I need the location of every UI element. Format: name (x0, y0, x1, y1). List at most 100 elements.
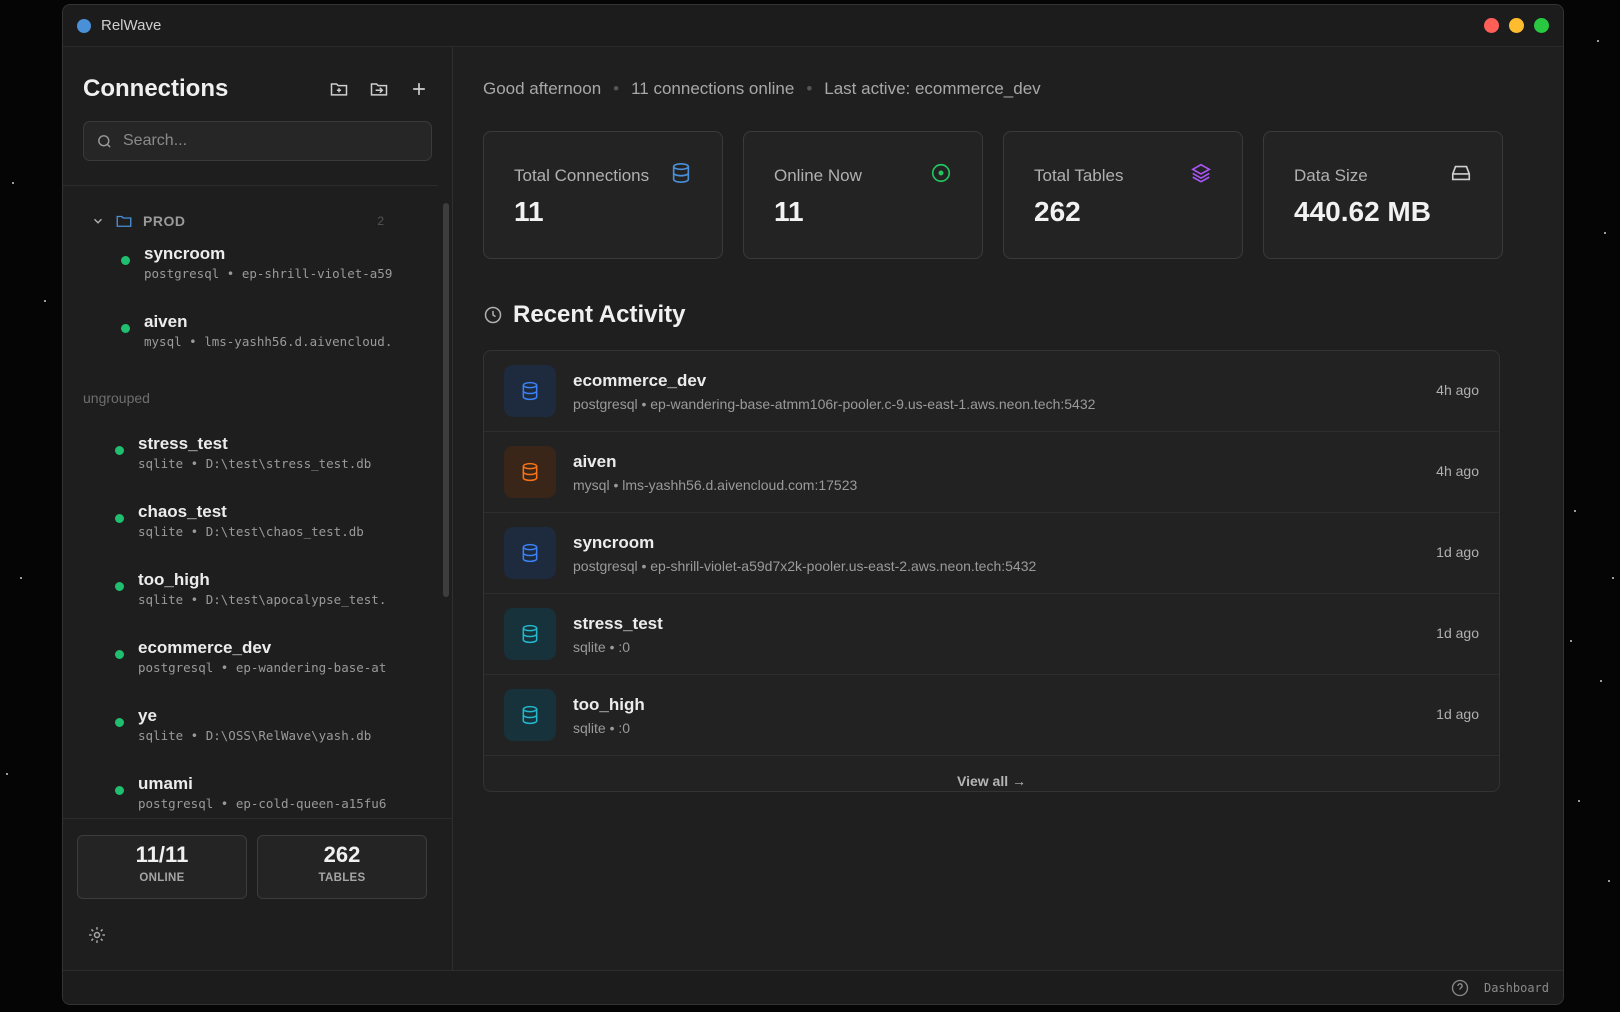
connection-meta: sqlite • D:\test\apocalypse_test.db (138, 592, 386, 607)
connection-list: PROD 2 syncroom postgresql • ep-shrill-v… (63, 185, 438, 818)
import-button[interactable] (366, 76, 392, 102)
sidebar-item-ecommerce-dev[interactable]: ecommerce_dev postgresql • ep-wandering-… (63, 626, 438, 694)
database-icon (522, 705, 538, 725)
recent-meta: postgresql • ep-shrill-violet-a59d7x2k-p… (573, 557, 1037, 574)
close-window-button[interactable] (1484, 18, 1499, 33)
db-badge (504, 608, 556, 660)
connection-name: stress_test (138, 434, 228, 453)
recent-time: 4h ago (1436, 382, 1479, 398)
recent-meta: postgresql • ep-wandering-base-atmm106r-… (573, 395, 1096, 412)
hard-drive-icon (1451, 165, 1471, 181)
clock-icon (484, 306, 502, 324)
recent-time: 1d ago (1436, 544, 1479, 560)
sidebar-footer: 11/11 ONLINE 262 TABLES (63, 818, 452, 970)
sidebar-item-syncroom[interactable]: syncroom postgresql • ep-shrill-violet-a… (63, 232, 438, 300)
status-online-icon (121, 256, 130, 265)
group-count: 2 (377, 214, 384, 228)
recent-item-syncroom[interactable]: syncroom postgresql • ep-shrill-violet-a… (484, 513, 1499, 594)
status-online-icon (115, 514, 124, 523)
minimize-window-button[interactable] (1509, 18, 1524, 33)
connection-name: aiven (144, 312, 188, 331)
recent-name: too_high (573, 694, 645, 714)
online-stat: 11/11 ONLINE (77, 835, 247, 899)
connection-meta: sqlite • D:\OSS\RelWave\yash.db (138, 728, 372, 743)
greeting-line: Good afternoon • 11 connections online •… (483, 79, 1041, 98)
status-bar: Dashboard (63, 970, 1563, 1004)
recent-meta: sqlite • :0 (573, 638, 631, 655)
database-icon (522, 624, 538, 644)
connection-meta: sqlite • D:\test\stress_test.db (138, 456, 372, 471)
connection-name: too_high (138, 570, 210, 589)
recent-item-too-high[interactable]: too_high sqlite • :0 1d ago (484, 675, 1499, 756)
scrollbar-thumb[interactable] (443, 203, 449, 597)
folder-plus-icon (330, 83, 348, 96)
add-connection-button[interactable] (406, 76, 432, 102)
connection-meta: mysql • lms-yashh56.d.aivencloud.com (144, 334, 392, 349)
connection-meta: postgresql • ep-wandering-base-atmm106r-… (138, 660, 386, 675)
maximize-window-button[interactable] (1534, 18, 1549, 33)
sidebar-item-umami[interactable]: umami postgresql • ep-cold-queen-a15fu6 (63, 762, 438, 818)
sidebar-item-stress-test[interactable]: stress_test sqlite • D:\test\stress_test… (63, 422, 438, 490)
connection-meta: postgresql • ep-shrill-violet-a59d7x2k-p… (144, 266, 392, 281)
recent-item-ecommerce-dev[interactable]: ecommerce_dev postgresql • ep-wandering-… (484, 351, 1499, 432)
recent-meta: sqlite • :0 (573, 719, 631, 736)
new-folder-button[interactable] (326, 76, 352, 102)
status-online-icon (115, 718, 124, 727)
sidebar-item-chaos-test[interactable]: chaos_test sqlite • D:\test\chaos_test.d… (63, 490, 438, 558)
card-value: 440.62 MB (1294, 196, 1431, 227)
help-icon[interactable] (1450, 978, 1470, 998)
chevron-down-icon (94, 218, 102, 224)
app-window: RelWave Connections Search... PROD 2 syn… (62, 4, 1564, 1005)
database-icon (522, 543, 538, 563)
connection-meta: postgresql • ep-cold-queen-a15fu6 (138, 796, 386, 811)
layers-icon (1191, 163, 1211, 183)
settings-button[interactable] (87, 925, 107, 950)
recent-item-aiven[interactable]: aiven mysql • lms-yashh56.d.aivencloud.c… (484, 432, 1499, 513)
dashboard-main: Good afternoon • 11 connections online •… (453, 47, 1563, 970)
sidebar-item-too-high[interactable]: too_high sqlite • D:\test\apocalypse_tes… (63, 558, 438, 626)
connection-name: syncroom (144, 244, 226, 263)
view-all-link[interactable]: View all → (484, 756, 1499, 791)
tables-stat: 262 TABLES (257, 835, 427, 899)
recent-name: ecommerce_dev (573, 370, 707, 390)
card-value: 262 (1034, 196, 1081, 227)
db-badge (504, 689, 556, 741)
search-input[interactable] (123, 132, 403, 150)
stat-cards: Total Connections 11 Online Now 11 Total… (483, 131, 1503, 259)
sidebar-scrollbar[interactable] (442, 191, 450, 803)
ungrouped-label: ungrouped (83, 390, 150, 406)
recent-time: 4h ago (1436, 463, 1479, 479)
status-online-icon (121, 324, 130, 333)
sidebar-item-ye[interactable]: ye sqlite • D:\OSS\RelWave\yash.db (63, 694, 438, 762)
group-header-prod[interactable]: PROD 2 (63, 186, 438, 232)
card-value: 11 (514, 196, 544, 227)
last-active: Last active: ecommerce_dev (824, 79, 1041, 98)
online-summary: 11 connections online (631, 79, 795, 98)
app-logo-icon (77, 18, 91, 33)
connection-meta: sqlite • D:\test\chaos_test.db (138, 524, 364, 539)
online-stat-value: 11/11 (135, 842, 189, 867)
connection-name: chaos_test (138, 502, 227, 521)
card-online-now: Online Now 11 (743, 131, 983, 259)
database-icon (522, 381, 538, 401)
db-badge (504, 446, 556, 498)
db-badge (504, 365, 556, 417)
sidebar-item-aiven[interactable]: aiven mysql • lms-yashh56.d.aivencloud.c… (63, 300, 438, 368)
tables-stat-value: 262 (323, 842, 361, 867)
recent-time: 1d ago (1436, 706, 1479, 722)
recent-activity-list: ecommerce_dev postgresql • ep-wandering-… (483, 350, 1500, 792)
db-badge (504, 527, 556, 579)
recent-activity-header: Recent Activity (483, 301, 686, 329)
recent-item-stress-test[interactable]: stress_test sqlite • :0 1d ago (484, 594, 1499, 675)
database-icon (522, 462, 538, 482)
sidebar: Connections Search... PROD 2 syncroom po… (63, 47, 453, 970)
card-total-tables: Total Tables 262 (1003, 131, 1243, 259)
plus-icon (413, 83, 425, 95)
database-icon (672, 163, 690, 183)
status-online-icon (115, 650, 124, 659)
connection-name: ye (138, 706, 157, 725)
target-icon (931, 163, 951, 183)
title-bar: RelWave (63, 5, 1563, 47)
greeting-text: Good afternoon (483, 79, 602, 98)
search-box[interactable] (83, 121, 432, 161)
